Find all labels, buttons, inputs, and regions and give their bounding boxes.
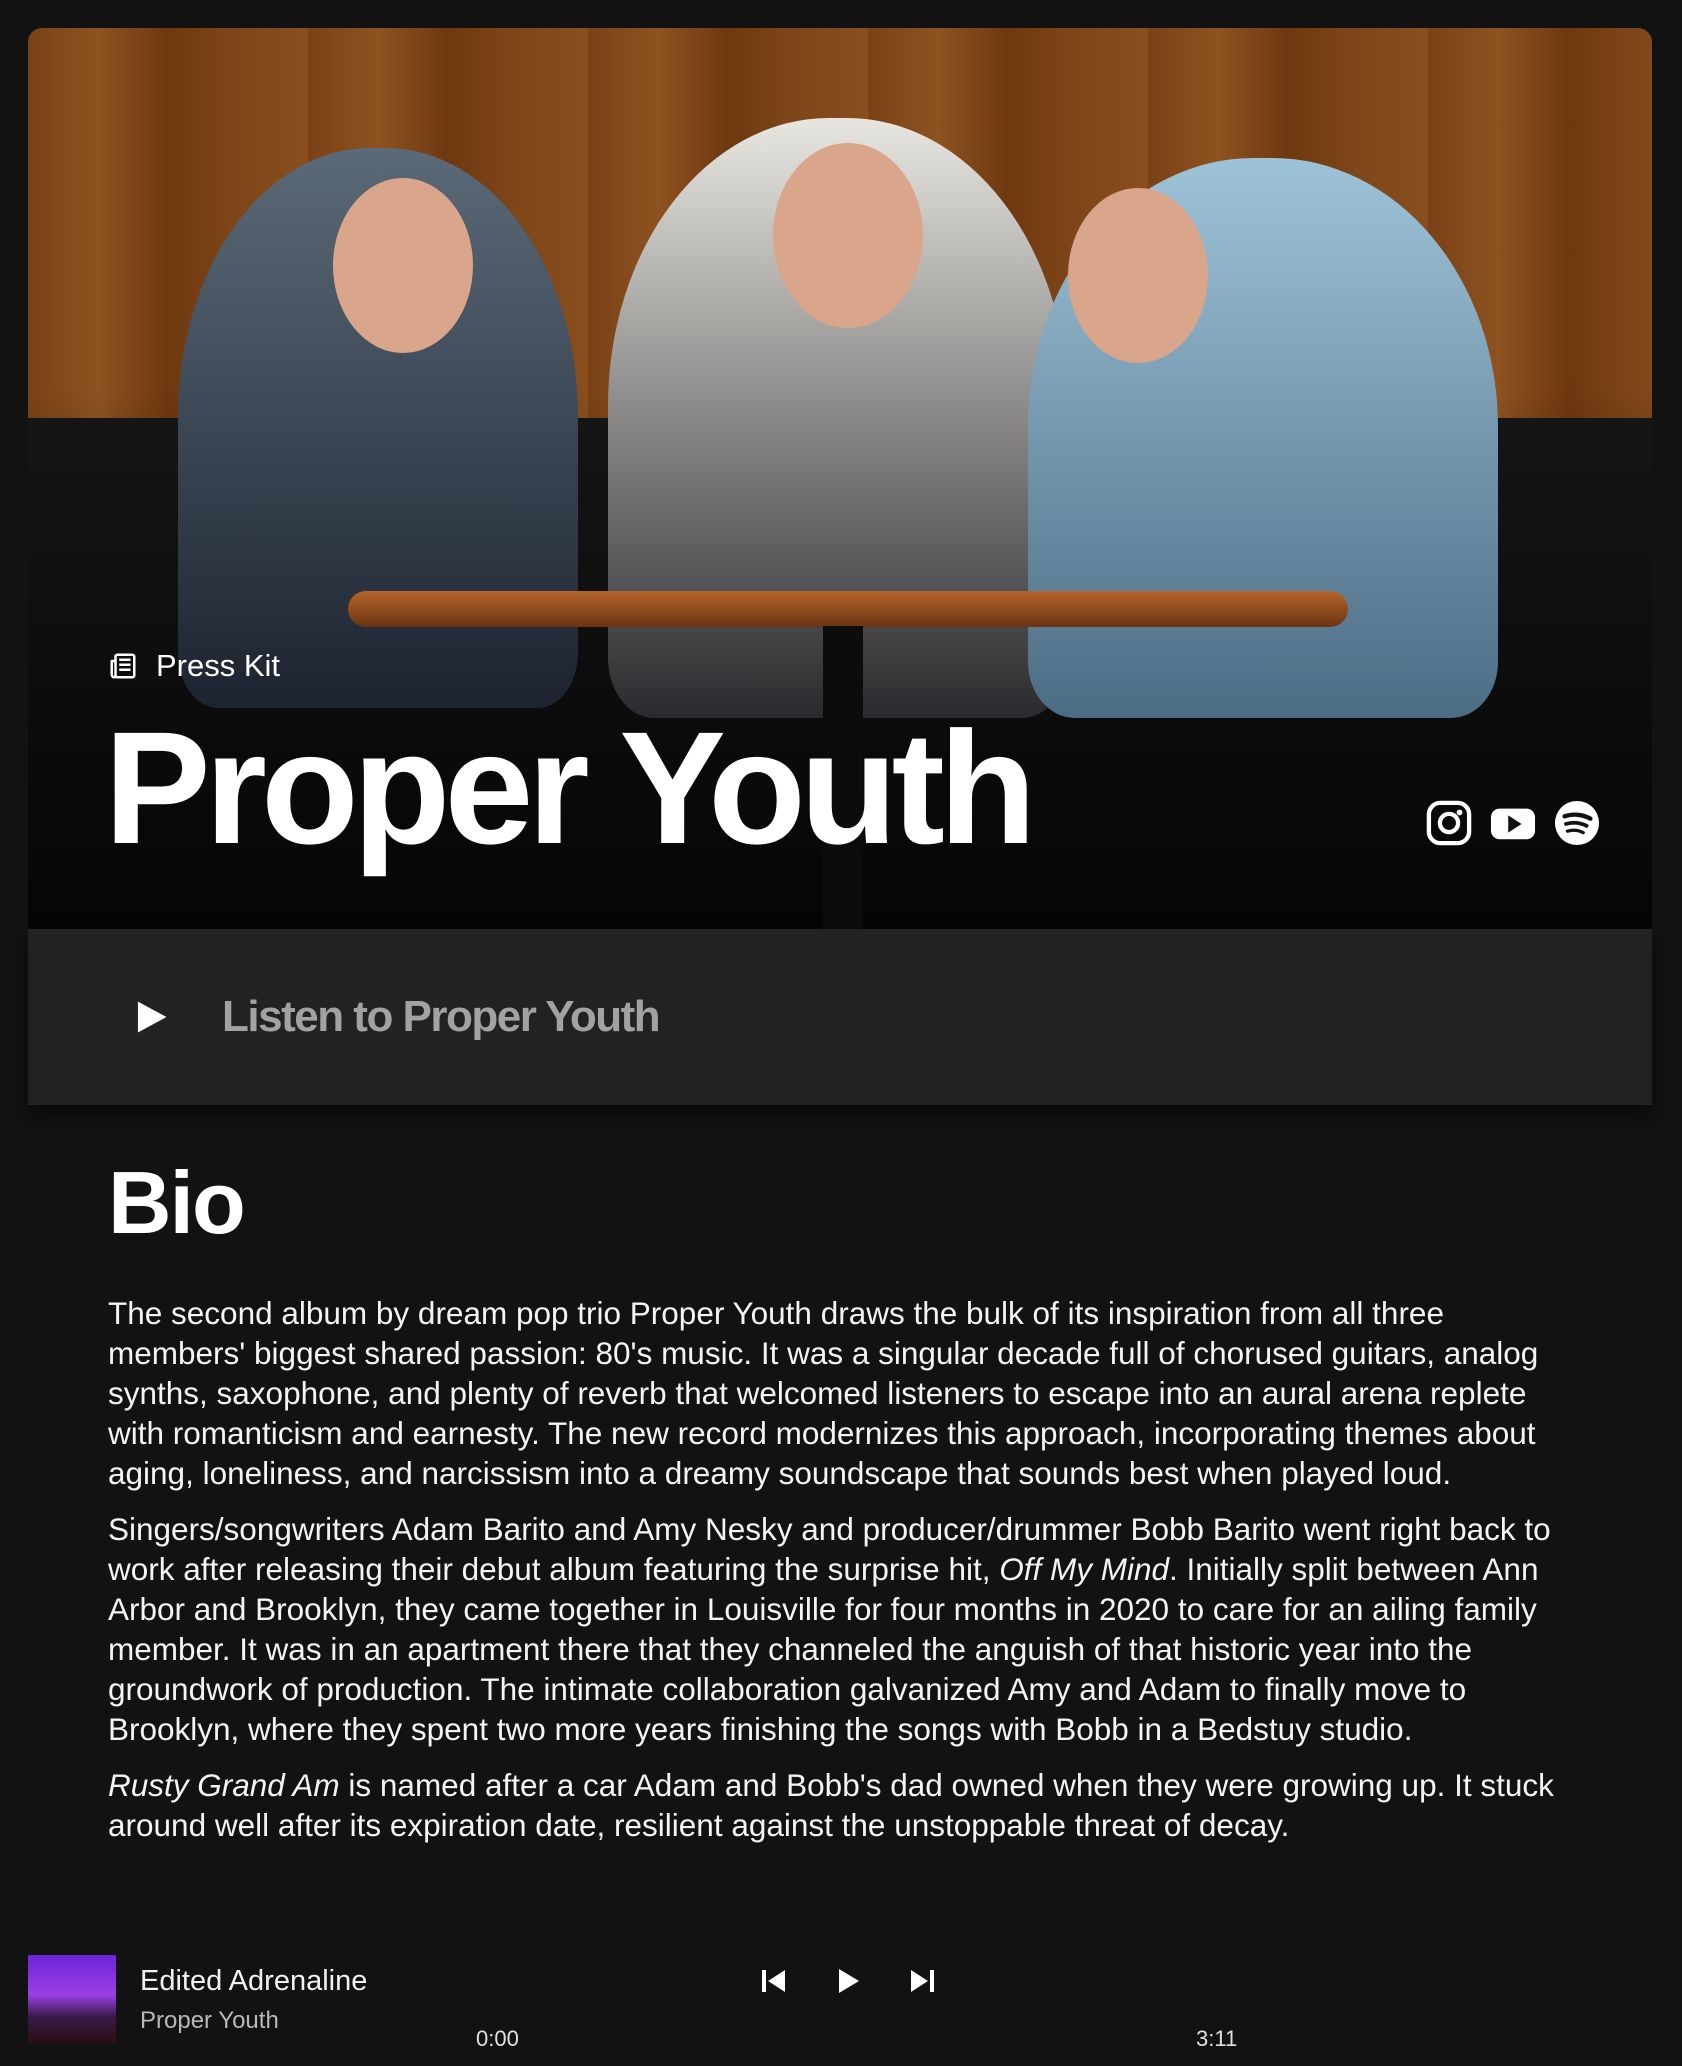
page-title: Proper Youth: [104, 698, 1037, 877]
listen-bar[interactable]: Listen to Proper Youth: [28, 929, 1652, 1105]
audio-player: Edited Adrenaline Proper Youth 0:00 3:11: [0, 1925, 1682, 2066]
previous-icon[interactable]: [758, 1965, 790, 1997]
band-member-head: [773, 143, 923, 328]
press-kit-text: Press Kit: [156, 648, 281, 683]
time-total: 3:11: [1196, 2026, 1238, 2051]
next-icon[interactable]: [906, 1965, 938, 1997]
bio-paragraph: Singers/songwriters Adam Barito and Amy …: [108, 1511, 1551, 1747]
album-title: Off My Mind: [999, 1551, 1169, 1587]
player-controls: [758, 1965, 938, 1997]
band-member-head: [1068, 188, 1208, 363]
photo-table: [348, 591, 1348, 627]
bio-paragraph: The second album by dream pop trio Prope…: [108, 1295, 1539, 1491]
track-artist: Proper Youth: [140, 2007, 279, 2034]
newspaper-icon: [110, 653, 136, 679]
press-kit-label: Press Kit: [108, 648, 280, 684]
bio-heading: Bio: [108, 1153, 246, 1252]
time-current: 0:00: [476, 2026, 519, 2051]
social-links: [1426, 800, 1600, 846]
youtube-icon[interactable]: [1490, 800, 1536, 846]
instagram-icon[interactable]: [1426, 800, 1472, 846]
play-icon[interactable]: [132, 998, 170, 1036]
song-title: Rusty Grand Am: [108, 1767, 340, 1803]
album-cover: [28, 1955, 116, 2043]
bio-paragraph: Rusty Grand Am is named after a car Adam…: [108, 1767, 1554, 1843]
bio-text: The second album by dream pop trio Prope…: [108, 1293, 1578, 1920]
spotify-icon[interactable]: [1554, 800, 1600, 846]
band-member-head: [333, 178, 473, 353]
play-icon[interactable]: [832, 1965, 864, 1997]
track-title: Edited Adrenaline: [140, 1965, 368, 1997]
listen-label[interactable]: Listen to Proper Youth: [222, 992, 661, 1042]
